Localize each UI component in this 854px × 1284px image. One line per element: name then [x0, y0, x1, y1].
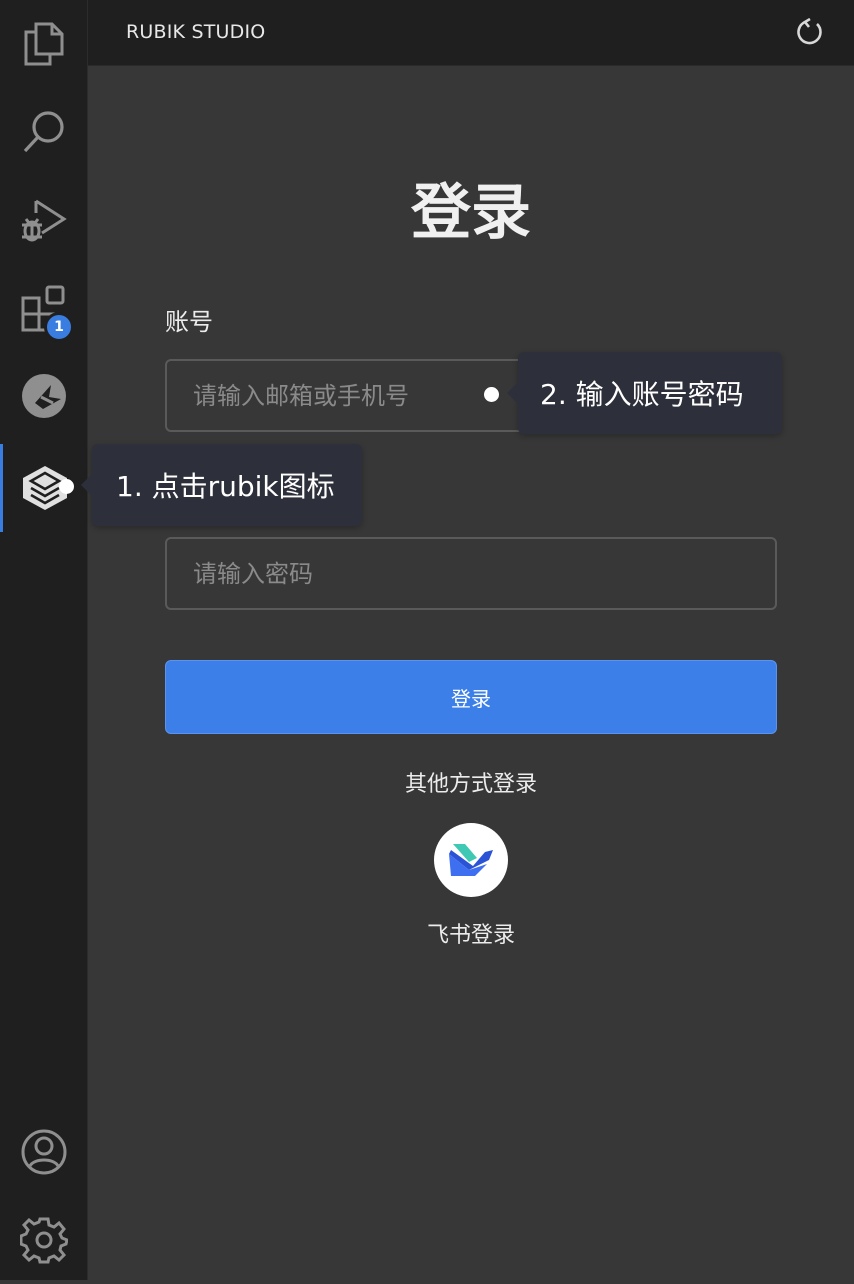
password-input[interactable] [165, 537, 777, 610]
explorer-button[interactable] [0, 0, 87, 88]
run-debug-icon [21, 199, 67, 242]
page-title: 登录 [411, 178, 531, 248]
step2-text: 2. 输入账号密码 [540, 378, 744, 411]
feishu-login-label[interactable]: 飞书登录 [88, 917, 854, 949]
extensions-badge: 1 [44, 312, 74, 342]
login-panel: 登录 账号 登录 其他方式登录 飞书登录 [88, 66, 854, 1280]
step1-marker [59, 479, 74, 494]
app-logo-icon [21, 374, 66, 418]
app-title: RUBIK STUDIO [126, 21, 266, 43]
extensions-button[interactable] [0, 264, 87, 352]
search-button[interactable] [0, 88, 87, 176]
feishu-logo-icon [449, 844, 493, 876]
files-icon [24, 22, 63, 66]
step1-text: 1. 点击rubik图标 [116, 470, 335, 503]
refresh-icon[interactable] [796, 18, 824, 46]
gear-icon [19, 1217, 68, 1264]
title-bar: RUBIK STUDIO [88, 0, 854, 66]
login-button[interactable]: 登录 [165, 660, 777, 734]
rubik-button[interactable] [0, 444, 87, 532]
activity-bar: 1 [0, 0, 88, 1280]
step2-marker [484, 387, 499, 402]
search-icon [23, 111, 64, 153]
step1-tooltip: 1. 点击rubik图标 [81, 444, 362, 526]
app-button[interactable] [0, 352, 87, 440]
step2-tooltip: 2. 输入账号密码 [507, 352, 782, 434]
account-label: 账号 [165, 308, 213, 336]
other-methods-label: 其他方式登录 [404, 772, 537, 797]
account-icon [21, 1129, 66, 1175]
feishu-login-button[interactable] [434, 823, 508, 897]
accounts-button[interactable] [0, 1108, 87, 1196]
run-debug-button[interactable] [0, 176, 87, 264]
settings-button[interactable] [0, 1196, 87, 1284]
